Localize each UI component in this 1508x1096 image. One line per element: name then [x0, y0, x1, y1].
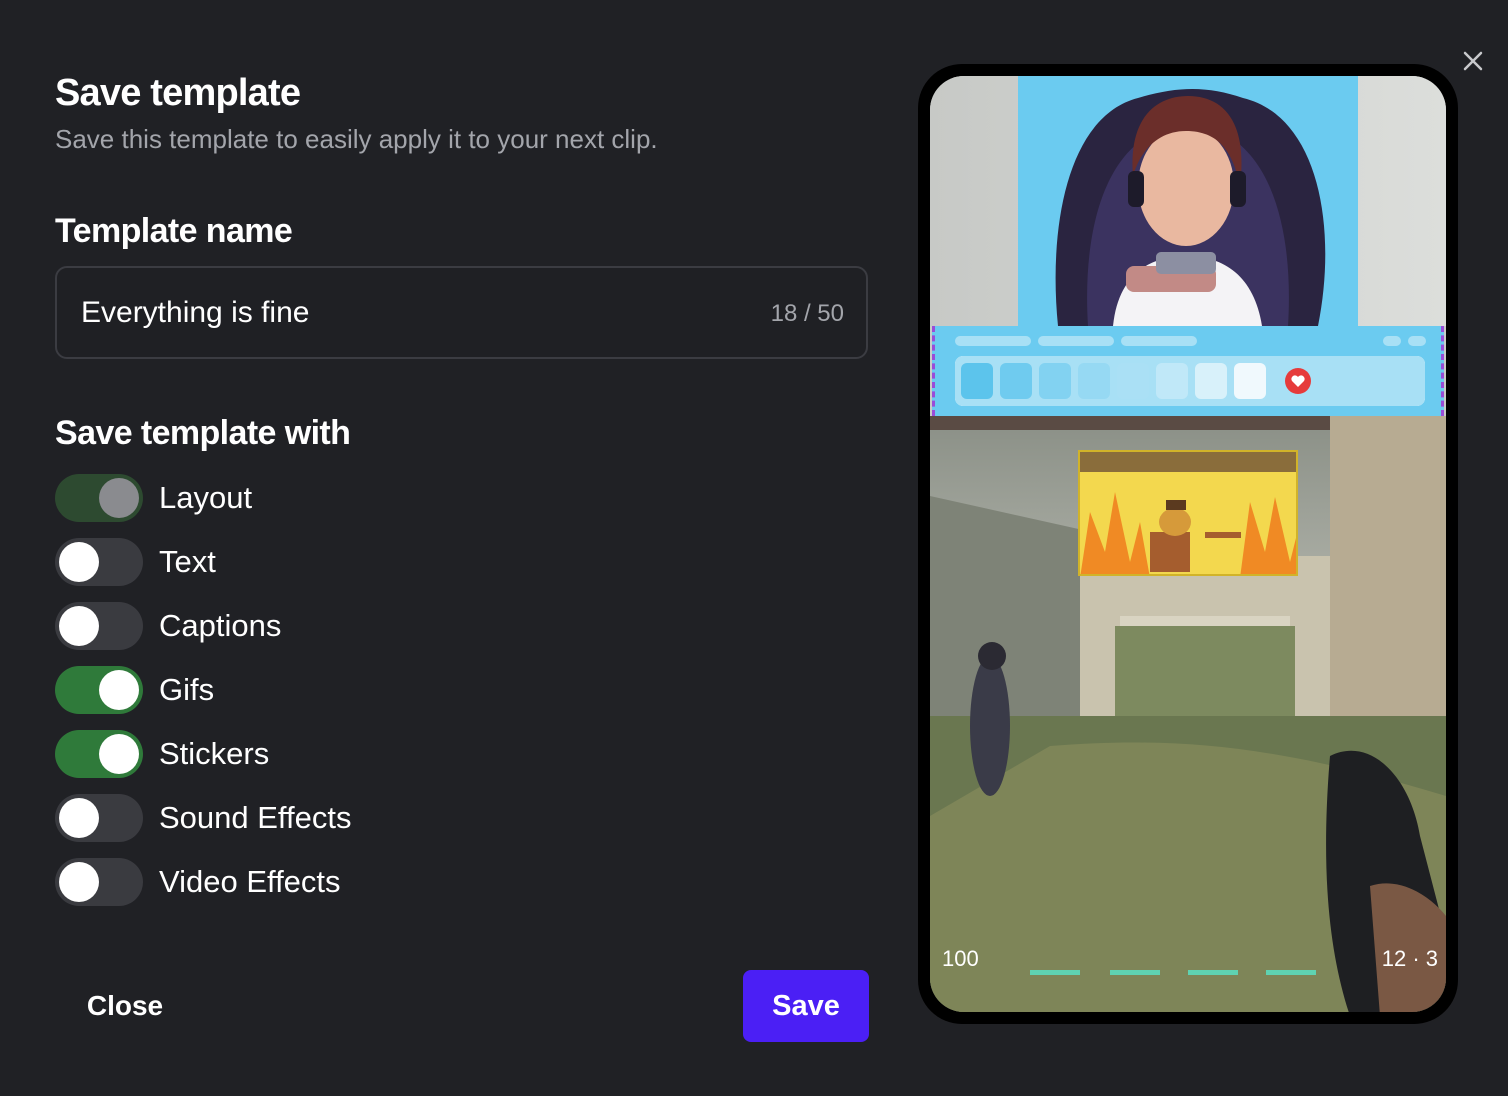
overlay-bar: [955, 336, 1031, 346]
sound-effects-toggle[interactable]: [55, 794, 143, 842]
meter-segment: [1039, 363, 1071, 399]
toggle-knob: [99, 670, 139, 710]
close-icon[interactable]: [1456, 44, 1490, 78]
toggle-knob: [59, 542, 99, 582]
toggle-label-stickers: Stickers: [159, 736, 270, 771]
toggle-label-sound-effects: Sound Effects: [159, 800, 352, 835]
toggle-row-video-effects[interactable]: Video Effects: [55, 858, 341, 906]
captions-toggle[interactable]: [55, 602, 143, 650]
toggle-label-text: Text: [159, 544, 216, 579]
meter-segment: [1195, 363, 1227, 399]
toggle-knob: [59, 606, 99, 646]
toggle-row-captions[interactable]: Captions: [55, 602, 281, 650]
hud-health: 100: [942, 946, 979, 971]
text-toggle[interactable]: [55, 538, 143, 586]
gif-image: [1080, 452, 1296, 574]
close-button[interactable]: Close: [70, 978, 180, 1034]
ability-bar: [1030, 970, 1080, 975]
this-is-fine-gif: [1078, 450, 1298, 576]
save-with-heading: Save template with: [55, 414, 351, 452]
overlay-bar: [1038, 336, 1114, 346]
toggle-row-sound-effects[interactable]: Sound Effects: [55, 794, 351, 842]
toggle-row-text[interactable]: Text: [55, 538, 216, 586]
stickers-toggle[interactable]: [55, 730, 143, 778]
meter-segment: [1117, 363, 1149, 399]
toggle-knob: [99, 734, 139, 774]
toggle-knob: [59, 862, 99, 902]
ability-bar: [1188, 970, 1238, 975]
ability-bar: [1266, 970, 1316, 975]
meter-segment: [1000, 363, 1032, 399]
template-name-value[interactable]: Everything is fine: [81, 296, 309, 330]
ability-bar: [1110, 970, 1160, 975]
overlay-bar: [1408, 336, 1426, 346]
preview-screen: 100 12 · 3: [930, 76, 1446, 1012]
gifs-toggle[interactable]: [55, 666, 143, 714]
overlay-bar: [1121, 336, 1197, 346]
toggle-label-layout: Layout: [159, 480, 253, 515]
save-template-dialog: Save template Save this template to easi…: [0, 0, 1508, 1096]
webcam-feed: [1018, 76, 1358, 326]
heart-icon: [1285, 368, 1311, 394]
meter-segment: [961, 363, 993, 399]
template-name-input[interactable]: Everything is fine 18 / 50: [55, 266, 868, 359]
layout-toggle[interactable]: [55, 474, 143, 522]
sticker-overlay: [932, 326, 1444, 416]
save-button[interactable]: Save: [743, 970, 869, 1042]
toggle-row-layout[interactable]: Layout: [55, 474, 252, 522]
template-preview-phone: 100 12 · 3: [918, 64, 1458, 1024]
overlay-bar: [1383, 336, 1401, 346]
meter-segment: [1078, 363, 1110, 399]
toggle-knob: [59, 798, 99, 838]
video-effects-toggle[interactable]: [55, 858, 143, 906]
toggle-knob: [99, 478, 139, 518]
game-hud: 100 12 · 3: [930, 936, 1446, 986]
dialog-title: Save template: [55, 72, 301, 114]
character-counter: 18 / 50: [770, 300, 844, 327]
sticker-progress-meter: [955, 356, 1425, 406]
toggle-label-video-effects: Video Effects: [159, 864, 341, 899]
toggle-label-gifs: Gifs: [159, 672, 215, 707]
hud-ammo: 12 · 3: [1381, 946, 1438, 971]
meter-segment: [1156, 363, 1188, 399]
streamer-image: [1055, 89, 1326, 326]
template-name-heading: Template name: [55, 212, 293, 250]
meter-segment: [1234, 363, 1266, 399]
toggle-row-stickers[interactable]: Stickers: [55, 730, 269, 778]
toggle-row-gifs[interactable]: Gifs: [55, 666, 214, 714]
toggle-label-captions: Captions: [159, 608, 282, 643]
dialog-subtitle: Save this template to easily apply it to…: [55, 124, 658, 154]
